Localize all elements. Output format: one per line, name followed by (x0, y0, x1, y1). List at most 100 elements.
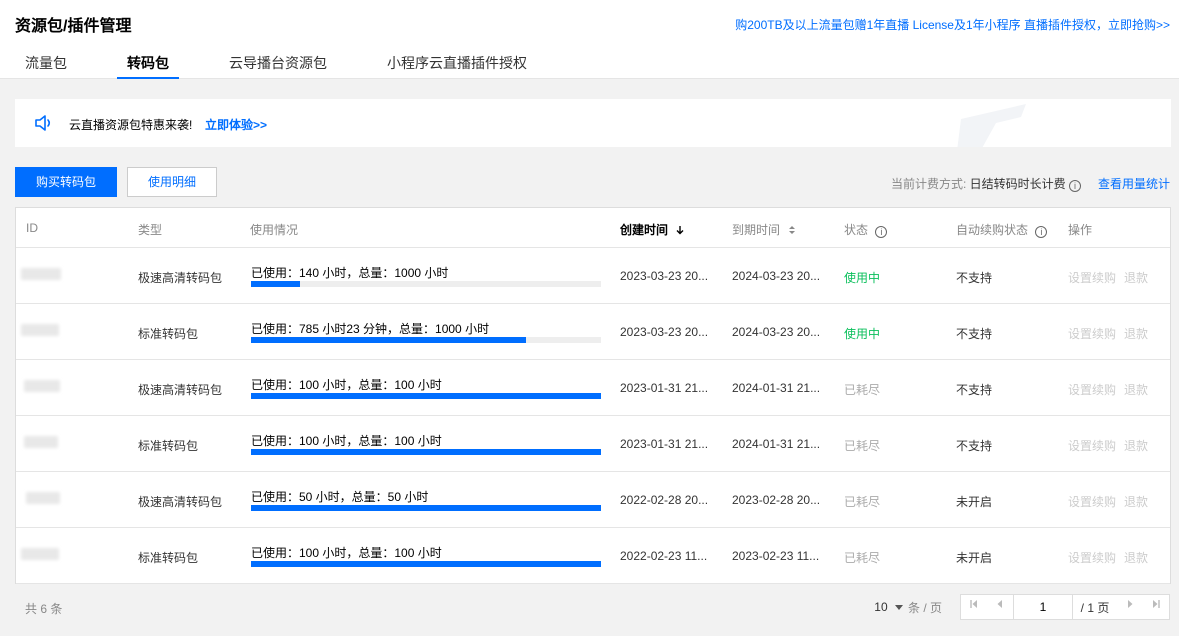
column-created-label: 创建时间 (620, 223, 669, 237)
usage-progress-bar (251, 281, 601, 287)
info-icon[interactable]: i (1069, 180, 1081, 192)
page-input[interactable]: 1 (1013, 595, 1073, 619)
usage-progress-bar (251, 449, 601, 455)
table-row: 标准转码包 已使用：100 小时，总量：100 小时 2023-01-31 21..… (16, 416, 1170, 472)
column-id: ID (26, 221, 38, 235)
table-row: 极速高清转码包 已使用：140 小时，总量：1000 小时 2023-03-23 2… (16, 248, 1170, 304)
column-created[interactable]: 创建时间 (620, 221, 685, 238)
info-icon[interactable]: i (1035, 226, 1048, 238)
column-status-label: 状态 (844, 223, 869, 237)
row-renew: 不支持 (956, 271, 993, 285)
usage-progress-fill (251, 505, 601, 511)
page-size-value: 10 (874, 600, 888, 614)
set-renew-link[interactable]: 设置续购 (1068, 439, 1116, 453)
row-actions: 设置续购 退款 (1068, 381, 1148, 398)
redacted-id (26, 492, 60, 504)
first-page-icon[interactable] (961, 595, 987, 619)
notice-link[interactable]: 立即体验>> (205, 116, 267, 133)
usage-progress-fill (251, 393, 601, 399)
set-renew-link[interactable]: 设置续购 (1068, 271, 1116, 285)
next-page-icon[interactable] (1117, 595, 1143, 619)
usage-progress-bar (251, 505, 601, 511)
row-expires: 2024-01-31 21... (732, 381, 821, 395)
row-expires: 2024-03-23 20... (732, 269, 821, 283)
row-renew: 不支持 (956, 327, 993, 341)
tab-transcode[interactable]: 转码包 (117, 54, 179, 79)
set-renew-link[interactable]: 设置续购 (1068, 327, 1116, 341)
tab-director[interactable]: 云导播台资源包 (219, 54, 337, 79)
page-header: 资源包/插件管理 购200TB及以上流量包赠1年直播 License及1年小程序… (0, 0, 1179, 79)
row-type: 极速高清转码包 (138, 495, 223, 509)
buy-transcode-button[interactable]: 购买转码包 (15, 167, 117, 197)
prev-page-icon[interactable] (987, 595, 1013, 619)
row-type: 标准转码包 (138, 439, 199, 453)
row-type: 极速高清转码包 (138, 383, 223, 397)
refund-link[interactable]: 退款 (1124, 439, 1148, 453)
usage-progress-bar (251, 561, 601, 567)
column-renew-label: 自动续购状态 (956, 223, 1029, 237)
refund-link[interactable]: 退款 (1124, 383, 1148, 397)
row-created: 2022-02-23 11... (620, 549, 708, 563)
notice-text: 云直播资源包特惠来袭! (69, 118, 193, 132)
refund-link[interactable]: 退款 (1124, 495, 1148, 509)
info-icon[interactable]: i (875, 226, 888, 238)
row-status: 已耗尽 (844, 439, 881, 453)
row-actions: 设置续购 退款 (1068, 549, 1148, 566)
column-renew: 自动续购状态 i (956, 221, 1048, 238)
row-actions: 设置续购 退款 (1068, 437, 1148, 454)
row-usage-text: 已使用：785 小时23 分钟，总量：1000 小时 (251, 322, 490, 336)
usage-stats-link[interactable]: 查看用量统计 (1098, 175, 1170, 192)
promo-link[interactable]: 购200TB及以上流量包赠1年直播 License及1年小程序 直播插件授权，立… (735, 16, 1170, 33)
refund-link[interactable]: 退款 (1124, 327, 1148, 341)
usage-detail-button[interactable]: 使用明细 (127, 167, 217, 197)
redacted-id (21, 324, 59, 336)
row-usage-text: 已使用：100 小时，总量：100 小时 (251, 378, 442, 392)
refund-link[interactable]: 退款 (1124, 271, 1148, 285)
set-renew-link[interactable]: 设置续购 (1068, 495, 1116, 509)
row-expires: 2023-02-28 20... (732, 493, 821, 507)
redacted-id (24, 380, 60, 392)
refund-link[interactable]: 退款 (1124, 551, 1148, 565)
row-expires: 2023-02-23 11... (732, 549, 820, 563)
row-status: 使用中 (844, 271, 881, 285)
sort-icon[interactable] (787, 225, 797, 235)
tab-bar: 流量包 转码包 云导播台资源包 小程序云直播插件授权 (15, 54, 577, 79)
column-usage: 使用情况 (250, 223, 299, 237)
last-page-icon[interactable] (1143, 595, 1169, 619)
billing-value: 日结转码时长计费 (969, 177, 1066, 191)
row-created: 2023-03-23 20... (620, 325, 709, 339)
column-ops: 操作 (1068, 223, 1093, 237)
row-type: 标准转码包 (138, 327, 199, 341)
row-expires: 2024-01-31 21... (732, 437, 821, 451)
usage-progress-fill (251, 449, 601, 455)
row-usage-text: 已使用：140 小时，总量：1000 小时 (251, 266, 449, 280)
row-actions: 设置续购 退款 (1068, 325, 1148, 342)
usage-progress-bar (251, 393, 601, 399)
tab-traffic[interactable]: 流量包 (15, 54, 77, 79)
row-renew: 未开启 (956, 551, 993, 565)
row-created: 2023-03-23 20... (620, 269, 709, 283)
row-actions: 设置续购 退款 (1068, 269, 1148, 286)
package-table: ID 类型 使用情况 创建时间 到期时间 状态 i 自动续购状态 i 操作 极速… (15, 207, 1171, 584)
page-size-select[interactable]: 10 (874, 600, 904, 614)
row-expires: 2024-03-23 20... (732, 325, 821, 339)
set-renew-link[interactable]: 设置续购 (1068, 551, 1116, 565)
column-expires[interactable]: 到期时间 (732, 221, 797, 238)
row-status: 已耗尽 (844, 495, 881, 509)
table-row: 极速高清转码包 已使用：100 小时，总量：100 小时 2023-01-31 21… (16, 360, 1170, 416)
usage-progress-fill (251, 561, 601, 567)
speaker-icon (35, 115, 51, 131)
usage-progress-bar (251, 337, 601, 343)
caret-down-icon (894, 605, 903, 610)
redacted-id (21, 268, 61, 280)
table-row: 极速高清转码包 已使用：50 小时，总量：50 小时 2022-02-28 20..… (16, 472, 1170, 528)
row-actions: 设置续购 退款 (1068, 493, 1148, 510)
set-renew-link[interactable]: 设置续购 (1068, 383, 1116, 397)
row-type: 极速高清转码包 (138, 271, 223, 285)
tab-miniprogram-plugin[interactable]: 小程序云直播插件授权 (377, 54, 537, 79)
notice-banner: 云直播资源包特惠来袭! 立即体验>> (15, 99, 1171, 147)
usage-progress-fill (251, 337, 526, 343)
sort-desc-icon[interactable] (675, 225, 685, 235)
page-title: 资源包/插件管理 (15, 18, 132, 35)
table-row: 标准转码包 已使用：785 小时23 分钟，总量：1000 小时 2023-03-2… (16, 304, 1170, 360)
